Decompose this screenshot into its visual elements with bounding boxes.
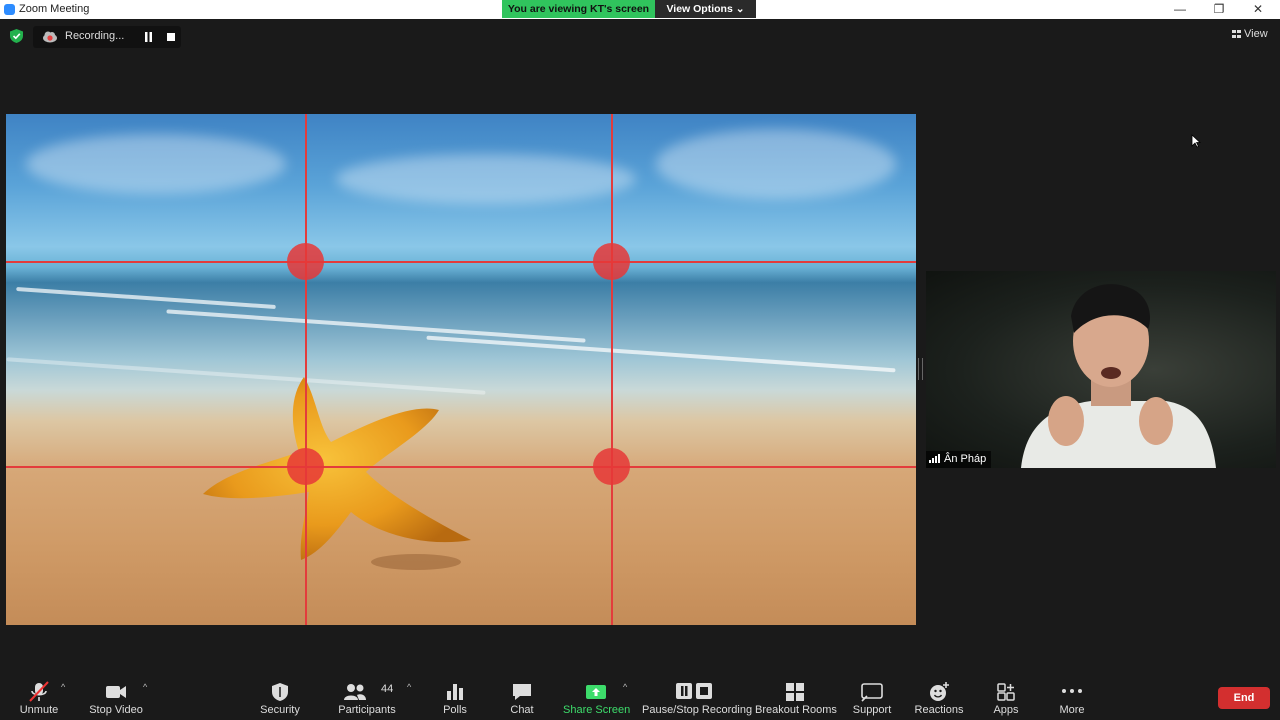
- share-screen-label: Share Screen: [563, 704, 631, 716]
- signal-strength-icon: [929, 454, 940, 463]
- reactions-icon: [930, 682, 949, 701]
- apps-label: Apps: [993, 704, 1019, 716]
- participants-count: 44: [381, 683, 394, 695]
- view-label: View: [1244, 28, 1268, 40]
- close-button[interactable]: ✕: [1238, 0, 1278, 19]
- participant-name-tag: Ân Pháp: [926, 451, 992, 468]
- apps-icon: [997, 683, 1015, 701]
- video-camera-icon: [106, 686, 126, 698]
- minimize-button[interactable]: —: [1160, 0, 1200, 19]
- breakout-rooms-button[interactable]: Breakout Rooms: [755, 672, 837, 720]
- security-label: Security: [260, 704, 300, 716]
- starfish-image: [203, 377, 471, 570]
- cloud-shape: [336, 154, 636, 204]
- video-options-caret[interactable]: ^: [143, 682, 147, 692]
- recording-bar: Recording...: [33, 26, 181, 48]
- support-button[interactable]: Support: [849, 672, 895, 720]
- reactions-label: Reactions: [914, 704, 964, 716]
- polls-label: Polls: [443, 704, 467, 716]
- grid-intersection-dot: [593, 448, 630, 485]
- pause-stop-recording-icon: [676, 683, 712, 699]
- support-icon: [861, 683, 883, 702]
- chat-bubble-icon: [513, 684, 531, 700]
- support-label: Support: [852, 704, 892, 716]
- grid-view-icon: [1232, 30, 1241, 38]
- security-button[interactable]: Security: [255, 672, 305, 720]
- share-options-caret[interactable]: ^: [623, 682, 627, 692]
- pause-stop-recording-label: Pause/Stop Recording: [642, 704, 753, 716]
- view-layout-button[interactable]: View: [1232, 28, 1268, 40]
- recording-status: Recording...: [65, 30, 125, 42]
- polls-button[interactable]: Polls: [435, 672, 475, 720]
- reactions-button[interactable]: Reactions: [914, 672, 964, 720]
- shared-screen-content: [6, 114, 916, 625]
- grid-line: [305, 114, 307, 625]
- participant-name: Ân Pháp: [944, 453, 987, 465]
- shield-icon: [272, 683, 288, 701]
- share-screen-icon: [586, 685, 606, 699]
- audio-options-caret[interactable]: ^: [61, 682, 65, 692]
- wave-shape: [166, 309, 586, 343]
- panel-splitter-handle[interactable]: [918, 358, 923, 380]
- more-button[interactable]: More: [1052, 672, 1092, 720]
- mouse-cursor-icon: [1191, 134, 1201, 148]
- share-screen-button[interactable]: Share Screen: [563, 672, 631, 720]
- cloud-shape: [656, 129, 896, 199]
- grid-line: [6, 261, 916, 263]
- breakout-rooms-icon: [786, 683, 804, 701]
- stop-video-button[interactable]: Stop Video: [86, 672, 146, 720]
- chat-button[interactable]: Chat: [502, 672, 542, 720]
- cloud-recording-icon: [43, 31, 57, 43]
- restore-button[interactable]: ❐: [1199, 0, 1239, 19]
- meeting-toolbar: Unmute ^ Stop Video ^ Security Participa…: [0, 672, 1280, 720]
- apps-button[interactable]: Apps: [988, 672, 1024, 720]
- more-dots-icon: [1062, 689, 1082, 693]
- wave-shape: [16, 286, 276, 310]
- view-options-button[interactable]: View Options ⌄: [655, 0, 756, 18]
- grid-intersection-dot: [593, 243, 630, 280]
- pause-stop-recording-button[interactable]: Pause/Stop Recording: [642, 672, 753, 720]
- window-title: Zoom Meeting: [19, 3, 90, 15]
- more-label: More: [1059, 704, 1085, 716]
- grid-intersection-dot: [287, 448, 324, 485]
- grid-intersection-dot: [287, 243, 324, 280]
- stop-video-label: Stop Video: [89, 704, 143, 716]
- participants-icon: [343, 684, 366, 700]
- wave-shape: [426, 335, 896, 373]
- participant-video: [1021, 284, 1216, 468]
- grid-line: [6, 466, 916, 468]
- stop-recording-icon[interactable]: [167, 33, 175, 41]
- polls-icon: [447, 684, 463, 700]
- chat-label: Chat: [510, 704, 534, 716]
- participants-options-caret[interactable]: ^: [407, 682, 411, 692]
- participants-button[interactable]: Participants: [336, 672, 398, 720]
- cloud-shape: [26, 134, 286, 194]
- unmute-label: Unmute: [19, 704, 59, 716]
- participant-video-tile[interactable]: Ân Pháp: [926, 271, 1276, 468]
- encryption-shield-icon[interactable]: [10, 29, 23, 43]
- viewing-screen-banner: You are viewing KT's screen: [502, 0, 655, 18]
- participants-label: Participants: [338, 704, 396, 716]
- muted-microphone-icon: [29, 681, 49, 702]
- grid-line: [611, 114, 613, 625]
- zoom-app-icon: [4, 4, 15, 15]
- end-meeting-button[interactable]: End: [1218, 687, 1270, 709]
- pause-recording-icon[interactable]: [144, 32, 153, 42]
- breakout-rooms-label: Breakout Rooms: [755, 704, 837, 716]
- unmute-button[interactable]: Unmute: [14, 672, 64, 720]
